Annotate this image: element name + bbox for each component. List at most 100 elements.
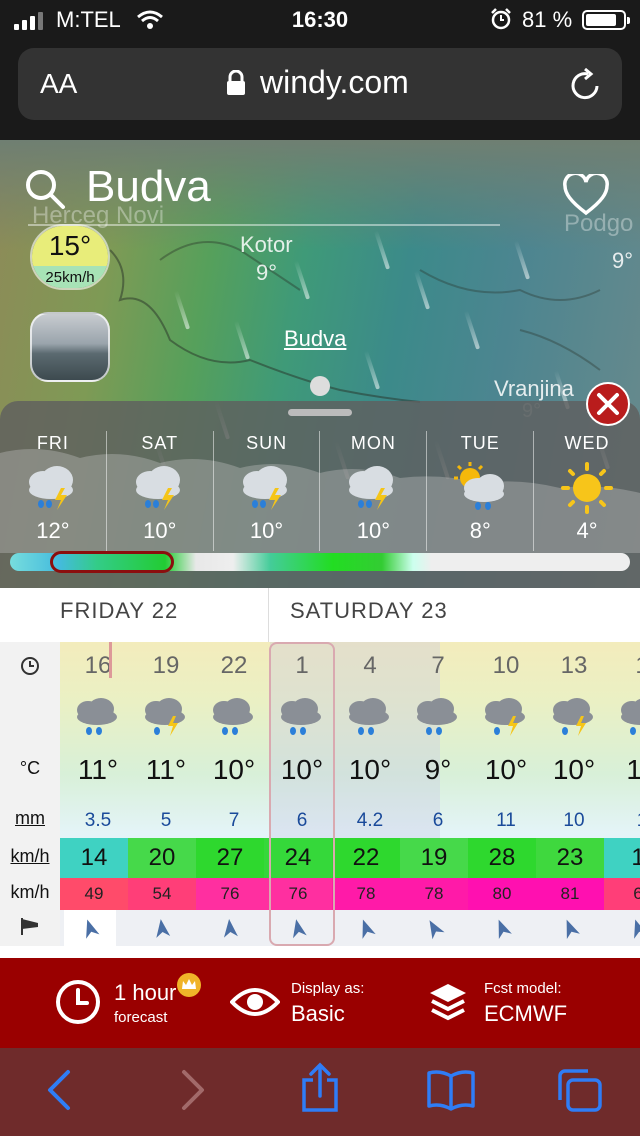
day-column-sun[interactable]: SUN 10° — [212, 431, 320, 551]
day-header-friday: FRIDAY 22 — [60, 598, 179, 623]
day-temperature: 10° — [143, 518, 177, 543]
thunder-rain-icon — [480, 696, 532, 745]
day-column-wed[interactable]: WED 4° — [533, 431, 640, 551]
wind-gust-cell: 49 — [60, 878, 128, 910]
wind-gust-cell: 78 — [332, 878, 400, 910]
rain-cloud-icon — [412, 696, 464, 745]
hour-temperature: 10° — [552, 754, 596, 785]
battery-icon — [582, 10, 630, 30]
day-name: FRI — [36, 433, 69, 453]
timeline-selection[interactable] — [50, 551, 174, 573]
day-column-fri[interactable]: FRI 12° — [0, 431, 106, 551]
wind-speed-cell: 20 — [128, 838, 196, 878]
rain-cloud-icon — [616, 696, 640, 745]
wind-gust-cell: 81 — [536, 878, 604, 910]
hour-temperature: 10° — [212, 754, 256, 785]
wind-gust-cell: 78 — [400, 878, 468, 910]
wind-gust-cell: 6 — [604, 878, 640, 910]
status-bar: M:TEL 16:30 81 % — [0, 0, 640, 40]
premium-crown-icon — [177, 973, 201, 997]
day-column-sat[interactable]: SAT 10° — [105, 431, 213, 551]
day-columns: FRI 12° SAT 10° SUN 10° MON 10° TUE 8° W… — [0, 431, 640, 551]
rain-cloud-icon — [72, 696, 124, 745]
day-name: TUE — [460, 433, 500, 453]
location-pin[interactable] — [310, 376, 330, 396]
thunder-rain-icon — [548, 696, 600, 745]
hour-temperature: 11° — [145, 754, 187, 785]
display-mode-button[interactable]: Display as: Basic — [230, 958, 400, 1048]
wind-unit-label[interactable]: km/h — [0, 838, 60, 878]
wind-gust-cell: 76 — [196, 878, 264, 910]
wind-arrow-icon — [64, 910, 116, 946]
map-label-budva[interactable]: Budva — [284, 326, 346, 352]
day-separator — [268, 588, 269, 644]
wind-arrow-icon — [604, 910, 640, 946]
wind-arrow-icon — [332, 910, 400, 946]
hour-precipitation: 3.5 — [84, 810, 112, 831]
precip-unit-label[interactable]: mm — [0, 792, 60, 838]
wind-gust-cell: 80 — [468, 878, 536, 910]
sun-icon — [534, 460, 640, 516]
rain-cloud-icon — [208, 696, 260, 745]
url-domain[interactable]: windy.com — [260, 64, 409, 101]
day-column-mon[interactable]: MON 10° — [319, 431, 426, 551]
current-temperature: 15° — [32, 226, 108, 266]
forecast-interval-button[interactable]: 1 hour forecast — [54, 958, 224, 1048]
forecast-model-button[interactable]: Fcst model: ECMWF — [428, 958, 618, 1048]
display-mode-label: Display as: — [291, 980, 365, 997]
thunder-rain-icon — [0, 460, 106, 516]
hour-label: 16 — [84, 652, 112, 679]
wind-speed-cell: 27 — [196, 838, 264, 878]
forecast-interval-label: forecast — [114, 1009, 168, 1026]
favorite-heart-icon[interactable] — [562, 174, 610, 216]
close-icon — [597, 393, 619, 415]
hour-precipitation: 7 — [228, 810, 240, 831]
webcam-thumbnail[interactable] — [30, 312, 110, 382]
selected-hour-highlight — [269, 642, 335, 946]
wind-direction-row — [60, 910, 640, 946]
wind-speed-cell: 1 — [604, 838, 640, 878]
day-column-tue[interactable]: TUE 8° — [426, 431, 533, 551]
clock-icon — [56, 980, 100, 1024]
forecast-model-label: Fcst model: — [484, 980, 562, 997]
battery-percent: 81 % — [522, 7, 573, 32]
temp-unit-label: °C — [0, 752, 60, 792]
panel-drag-handle[interactable] — [288, 409, 352, 416]
hour-precipitation: 11 — [496, 810, 516, 831]
hour-precipitation: 10 — [563, 810, 585, 831]
close-forecast-button[interactable] — [586, 382, 630, 426]
wind-speed-cell: 14 — [60, 838, 128, 878]
eye-icon — [230, 988, 280, 1016]
hour-label: 7 — [431, 652, 445, 679]
forward-chevron-icon[interactable] — [178, 1068, 208, 1112]
day-name: MON — [350, 433, 396, 453]
hour-temperature: 10 — [626, 754, 640, 785]
search-icon[interactable] — [24, 168, 66, 210]
thunder-rain-icon — [320, 460, 426, 516]
display-mode-value: Basic — [291, 1001, 345, 1026]
day-name: WED — [564, 433, 610, 453]
city-search-input[interactable]: Budva — [86, 162, 211, 212]
map-label-vranjina: Vranjina — [494, 376, 574, 401]
share-icon[interactable] — [300, 1062, 340, 1114]
wind-arrow-icon — [536, 910, 604, 946]
address-bar[interactable]: AA windy.com — [18, 48, 622, 120]
text-size-button[interactable]: AA — [40, 68, 77, 100]
bookmarks-icon[interactable] — [426, 1068, 476, 1112]
wind-arrow-icon — [400, 910, 468, 946]
hourly-grid: 16 11° 3.5 19 11° 5 22 10° 7 1 10° 6 4 1… — [60, 642, 640, 952]
wind-arrow-icon — [196, 910, 264, 946]
reload-icon[interactable] — [570, 68, 602, 102]
sun-cloud-rain-icon — [427, 460, 533, 516]
wind-direction-label — [0, 910, 60, 946]
forecast-interval-value: 1 hour — [114, 980, 177, 1005]
hour-temperature: 11° — [77, 754, 119, 785]
hour-label: 10 — [492, 652, 520, 679]
back-chevron-icon[interactable] — [44, 1068, 74, 1112]
hour-temperature: 10° — [484, 754, 528, 785]
current-weather-badge[interactable]: 15° 25km/h — [30, 224, 110, 290]
tabs-icon[interactable] — [556, 1068, 604, 1114]
hour-label: 1 — [608, 652, 640, 680]
hour-precipitation: 6 — [432, 810, 444, 831]
hour-temperature: 10° — [348, 754, 392, 785]
